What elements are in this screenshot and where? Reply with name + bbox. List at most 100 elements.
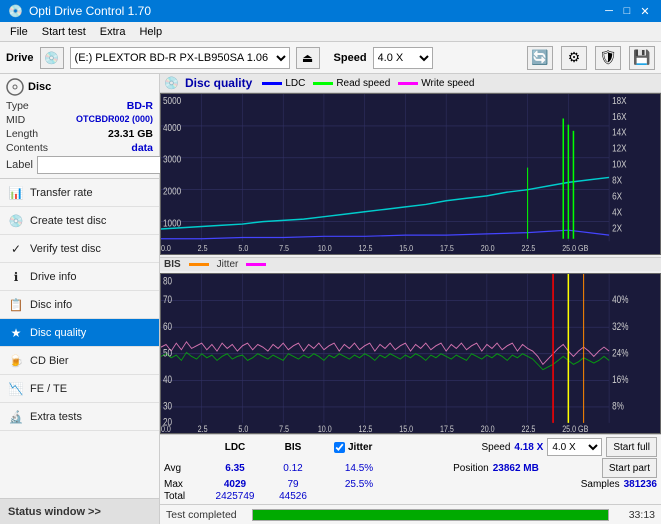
type-label: Type	[6, 100, 29, 112]
menu-file[interactable]: File	[4, 24, 34, 40]
svg-text:7.5: 7.5	[279, 424, 289, 433]
contents-value: data	[131, 142, 153, 154]
sidebar-item-transfer-rate[interactable]: 📊 Transfer rate	[0, 179, 159, 207]
svg-text:6X: 6X	[612, 191, 622, 202]
svg-text:12.5: 12.5	[359, 424, 373, 433]
write-speed-legend-label: Write speed	[421, 78, 474, 89]
eject-button[interactable]: ⏏	[296, 47, 320, 69]
position-label: Position	[453, 463, 489, 474]
svg-text:30: 30	[163, 400, 172, 412]
menu-extra[interactable]: Extra	[94, 24, 132, 40]
length-value: 23.31 GB	[108, 128, 153, 140]
svg-text:10.0: 10.0	[318, 243, 332, 253]
extra-tests-label: Extra tests	[30, 411, 82, 423]
chart-header: 💿 Disc quality LDC Read speed Write spee…	[160, 74, 661, 93]
sidebar-item-create-test-disc[interactable]: 💿 Create test disc	[0, 207, 159, 235]
sidebar-item-disc-quality[interactable]: ★ Disc quality	[0, 319, 159, 347]
svg-text:24%: 24%	[612, 347, 629, 359]
svg-text:80: 80	[163, 275, 172, 287]
svg-text:4X: 4X	[612, 207, 622, 218]
chart-header-title: Disc quality	[185, 76, 252, 90]
svg-text:2.5: 2.5	[198, 424, 208, 433]
speed-label: Speed	[334, 52, 367, 64]
svg-text:0.0: 0.0	[161, 424, 171, 433]
sidebar-item-disc-info[interactable]: 📋 Disc info	[0, 291, 159, 319]
start-full-button[interactable]: Start full	[606, 437, 657, 457]
sidebar-item-verify-test-disc[interactable]: ✓ Verify test disc	[0, 235, 159, 263]
status-window-item[interactable]: Status window >>	[0, 498, 159, 524]
svg-text:5.0: 5.0	[238, 424, 248, 433]
samples-value: 381236	[624, 479, 657, 490]
stats-panel: LDC BIS Jitter Speed 4.18 X 4.0 X Start …	[160, 434, 661, 504]
settings-button[interactable]: ⚙	[561, 46, 587, 70]
svg-text:10X: 10X	[612, 159, 626, 170]
svg-text:8X: 8X	[612, 175, 622, 186]
read-speed-legend-color	[313, 82, 333, 85]
svg-text:50: 50	[163, 347, 172, 359]
total-bis: 44526	[268, 491, 318, 502]
ldc-legend-label: LDC	[285, 78, 305, 89]
bis-legend-label: BIS	[164, 259, 181, 270]
menu-start-test[interactable]: Start test	[36, 24, 92, 40]
svg-text:14X: 14X	[612, 127, 626, 138]
sidebar-item-cd-bier[interactable]: 🍺 CD Bier	[0, 347, 159, 375]
avg-label: Avg	[164, 463, 202, 474]
close-button[interactable]: ✕	[637, 3, 653, 19]
sidebar-item-extra-tests[interactable]: 🔬 Extra tests	[0, 403, 159, 431]
speed-stat-select[interactable]: 4.0 X	[547, 438, 602, 456]
contents-label: Contents	[6, 142, 48, 154]
info-button[interactable]: 🛡	[595, 46, 621, 70]
cd-bier-icon: 🍺	[8, 353, 24, 369]
svg-text:60: 60	[163, 320, 172, 332]
svg-text:22.5: 22.5	[522, 424, 536, 433]
verify-test-disc-icon: ✓	[8, 241, 24, 257]
bis-legend-color	[189, 263, 209, 266]
svg-text:15.0: 15.0	[399, 424, 413, 433]
jitter-checkbox[interactable]	[334, 442, 345, 453]
menu-help[interactable]: Help	[133, 24, 168, 40]
svg-text:8%: 8%	[612, 400, 624, 412]
svg-text:40%: 40%	[612, 294, 629, 306]
progress-bar-fill	[253, 510, 608, 520]
max-bis: 79	[268, 479, 318, 490]
svg-text:5.0: 5.0	[238, 243, 248, 253]
jitter-legend-color	[246, 263, 266, 266]
disc-quality-icon: ★	[8, 325, 24, 341]
svg-text:2X: 2X	[612, 223, 622, 234]
status-bar: Test completed 33:13	[160, 504, 661, 524]
svg-text:22.5: 22.5	[522, 243, 536, 253]
progress-bar-container	[252, 509, 609, 521]
start-part-button[interactable]: Start part	[602, 458, 657, 478]
position-value: 23862 MB	[493, 463, 539, 474]
avg-jitter: 14.5%	[334, 463, 384, 474]
sidebar-item-drive-info[interactable]: ℹ Drive info	[0, 263, 159, 291]
sidebar-item-fe-te[interactable]: 📉 FE / TE	[0, 375, 159, 403]
drive-icon-button[interactable]: 💿	[40, 47, 64, 69]
label-input[interactable]	[37, 156, 177, 174]
svg-text:2000: 2000	[163, 186, 181, 197]
samples-label: Samples	[581, 479, 620, 490]
svg-text:12.5: 12.5	[359, 243, 373, 253]
maximize-button[interactable]: □	[619, 3, 635, 19]
jitter-label: Jitter	[348, 442, 372, 453]
max-ldc: 4029	[206, 479, 264, 490]
svg-text:2.5: 2.5	[198, 243, 208, 253]
ldc-legend-color	[262, 82, 282, 85]
drive-info-label: Drive info	[30, 271, 76, 283]
speed-select[interactable]: 4.0 X	[373, 47, 433, 69]
save-button[interactable]: 💾	[629, 46, 655, 70]
svg-text:18X: 18X	[612, 95, 626, 106]
svg-text:25.0 GB: 25.0 GB	[562, 424, 589, 433]
minimize-button[interactable]: ─	[601, 3, 617, 19]
bis-col-header: BIS	[268, 442, 318, 453]
extra-tests-icon: 🔬	[8, 409, 24, 425]
disc-panel: Disc Type BD-R MID OTCBDR002 (000) Lengt…	[0, 74, 159, 179]
svg-text:17.5: 17.5	[440, 424, 454, 433]
right-content: 💿 Disc quality LDC Read speed Write spee…	[160, 74, 661, 524]
svg-text:32%: 32%	[612, 320, 629, 332]
svg-text:12X: 12X	[612, 143, 626, 154]
create-test-disc-label: Create test disc	[30, 215, 106, 227]
drive-select[interactable]: (E:) PLEXTOR BD-R PX-LB950SA 1.06	[70, 47, 290, 69]
refresh-button[interactable]: 🔄	[527, 46, 553, 70]
svg-text:16X: 16X	[612, 111, 626, 122]
